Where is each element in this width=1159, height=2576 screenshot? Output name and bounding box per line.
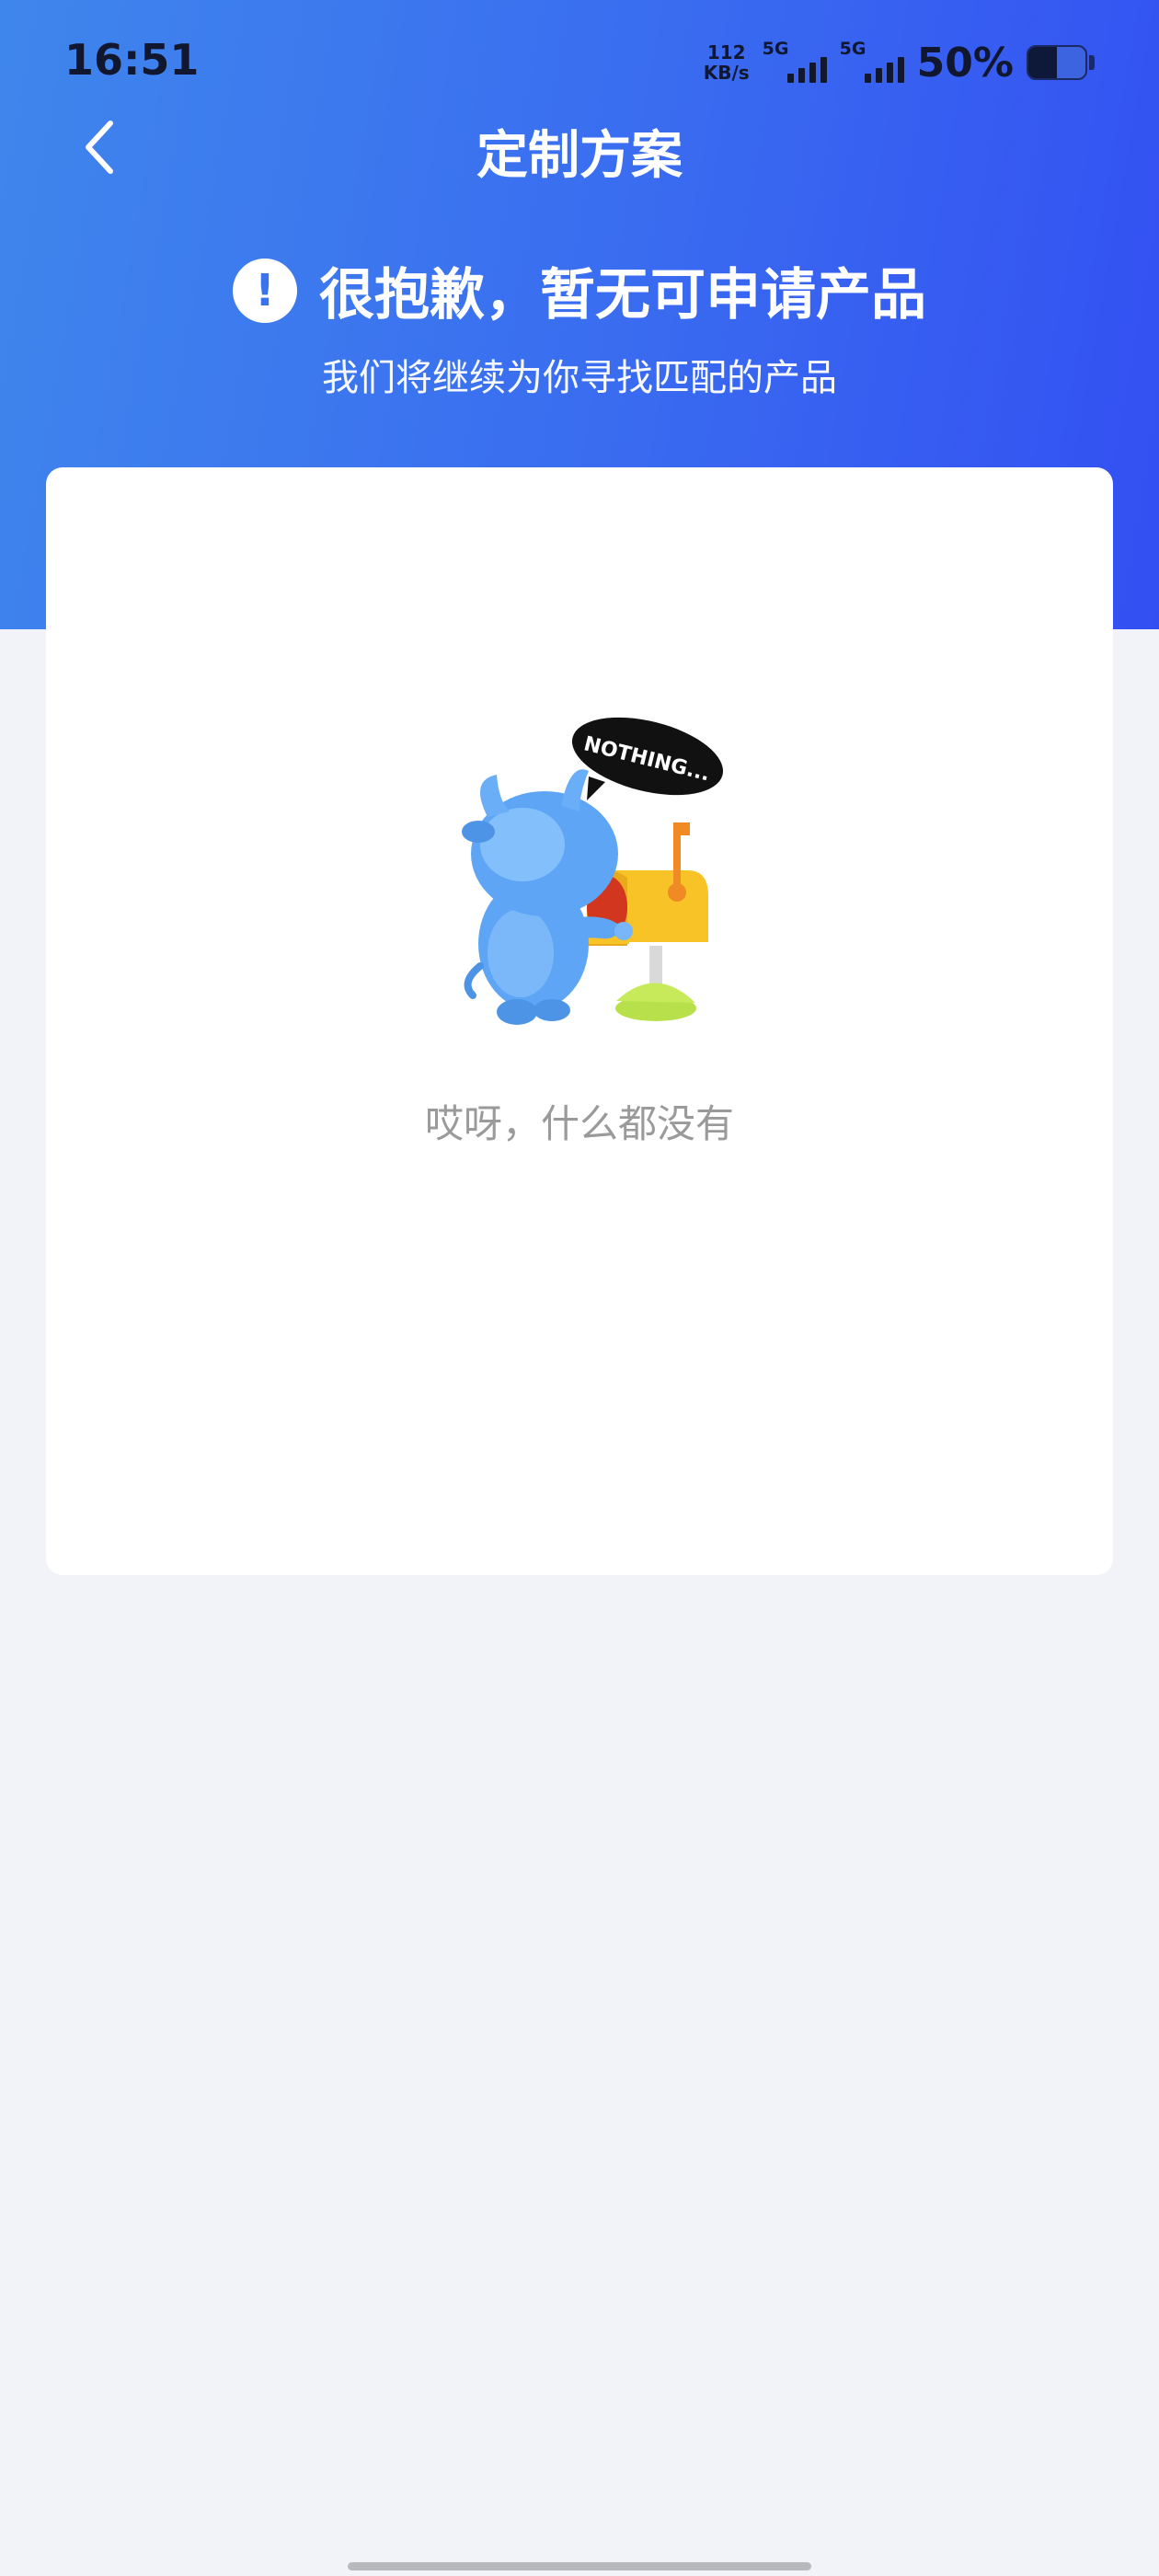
sim1-network-label: 5G: [762, 39, 789, 59]
network-speed-value: 112: [706, 41, 746, 63]
notice-subtitle: 我们将继续为你寻找匹配的产品: [322, 357, 837, 399]
speech-bubble: NOTHING...: [571, 717, 724, 800]
signal-icon-sim1: 5G: [763, 39, 827, 86]
notice-banner: ! 很抱歉，暂无可申请产品: [0, 250, 1159, 330]
battery-percent: 50%: [916, 39, 1014, 86]
network-speed: 112 KB/s: [704, 42, 750, 83]
empty-state-message: 哎呀，什么都没有: [424, 1101, 734, 1146]
notice-title: 很抱歉，暂无可申请产品: [319, 263, 926, 328]
screen: 16:51 112 KB/s 5G 5G 50% 定制方案 ! 很抱歉，暂无可申…: [0, 0, 1159, 2576]
signal-icon-sim2: 5G: [840, 39, 904, 86]
network-speed-unit: KB/s: [703, 62, 750, 84]
signal-bars-icon: [786, 57, 827, 83]
empty-state-card: NOTHING... 哎呀，什么都没有: [46, 467, 1113, 1575]
battery-fill: [1028, 47, 1057, 78]
page-title: 定制方案: [476, 126, 683, 186]
status-time: 16:51: [64, 35, 200, 85]
signal-bars-icon: [864, 57, 904, 83]
battery-cap: [1089, 55, 1095, 70]
battery-icon: [1027, 45, 1087, 80]
status-indicators: 112 KB/s 5G 5G 50%: [704, 35, 1095, 90]
home-indicator[interactable]: [348, 2562, 811, 2570]
exclamation-icon: !: [233, 258, 297, 323]
empty-mailbox-mascot-illustration: NOTHING...: [462, 717, 724, 1025]
sim2-network-label: 5G: [839, 39, 866, 59]
